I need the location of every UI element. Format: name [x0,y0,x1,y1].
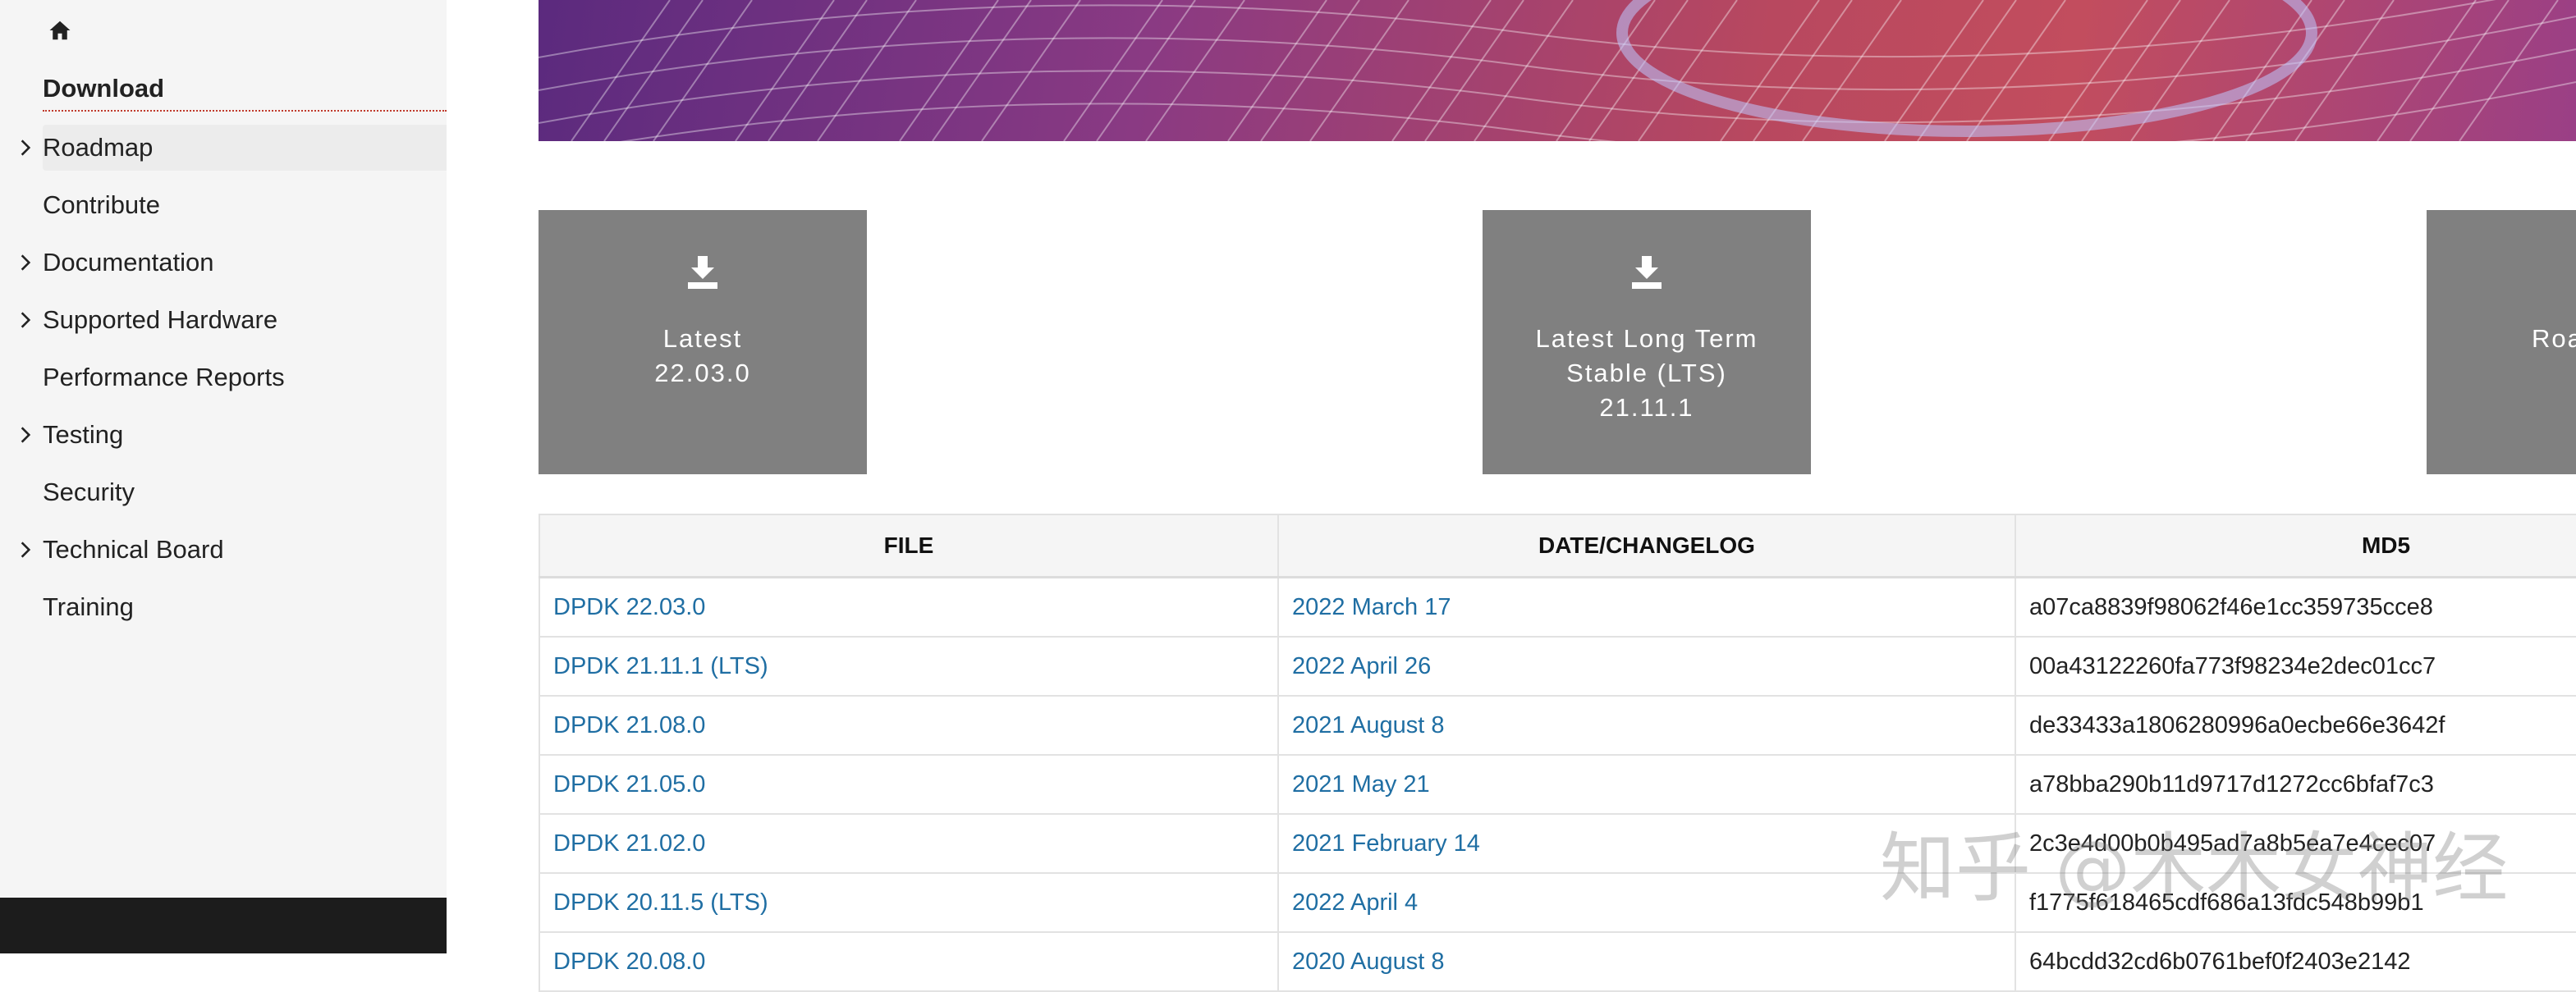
sidebar-item-label: Performance Reports [43,363,285,391]
sidebar-item-label: Security [43,478,135,506]
md5-cell: a78bba290b11d9717d1272cc6bfaf7c3 [2015,755,2576,815]
column-header-file: FILE [539,514,1278,578]
sidebar-item-label: Download [43,74,165,103]
tile-label: Roa [2427,322,2576,356]
changelog-link[interactable]: 2022 April 4 [1292,889,1418,916]
sidebar-item-documentation[interactable]: Documentation [0,240,447,286]
file-link[interactable]: DPDK 21.11.1 (LTS) [553,653,768,679]
file-link[interactable]: DPDK 20.11.5 (LTS) [553,889,768,916]
column-header-date: DATE/CHANGELOG [1277,514,2015,578]
latest-download-button[interactable]: Latest 22.03.0 [539,210,867,474]
changelog-link[interactable]: 2021 February 14 [1292,830,1480,857]
chevron-right-icon [21,139,31,156]
chevron-right-icon [21,427,31,443]
tile-line: Latest Long Term [1535,324,1758,353]
column-header-md5: MD5 [2015,514,2576,578]
tile-line: Stable (LTS) [1566,359,1727,387]
sidebar-item-label: Contribute [43,190,161,219]
sidebar-item-label: Testing [43,420,124,449]
tile-label: Latest Long Term Stable (LTS) 21.11.1 [1483,322,1811,425]
file-cell: DPDK 20.08.0 [539,932,1278,992]
sidebar-item-training[interactable]: Training [0,584,447,630]
date-cell: 2021 August 8 [1277,696,2015,756]
sidebar-item-supported-hardware[interactable]: Supported Hardware [0,297,447,343]
home-icon[interactable] [48,18,72,43]
chevron-right-icon [21,254,31,271]
md5-cell: f1775f618465cdf686a13fdc548b99b1 [2015,873,2576,933]
md5-cell: a07ca8839f98062f46e1cc359735cce8 [2015,577,2576,638]
lts-download-button[interactable]: Latest Long Term Stable (LTS) 21.11.1 [1483,210,1811,474]
table-row: DPDK 22.03.0 2022 March 17 a07ca8839f980… [539,577,2576,638]
date-cell: 2022 March 17 [1277,577,2015,638]
chevron-right-icon [21,542,31,558]
file-link[interactable]: DPDK 21.08.0 [553,712,705,738]
md5-cell: 00a43122260fa773f98234e2dec01cc7 [2015,637,2576,697]
sidebar-item-label: Technical Board [43,535,224,564]
sidebar-item-label: Supported Hardware [43,305,278,334]
releases-table-container: FILE DATE/CHANGELOG MD5 DPDK 22.03.0 202… [539,514,2576,992]
sidebar-item-label: Training [43,592,134,621]
md5-cell: de33433a1806280996a0ecbe66e3642f [2015,696,2576,756]
tile-label: Latest 22.03.0 [539,322,867,391]
table-row: DPDK 20.08.0 2020 August 8 64bcdd32cd6b0… [539,932,2576,992]
sidebar-item-contribute[interactable]: Contribute [0,182,447,228]
file-link[interactable]: DPDK 21.05.0 [553,771,705,798]
changelog-link[interactable]: 2020 August 8 [1292,949,1444,975]
file-cell: DPDK 22.03.0 [539,577,1278,638]
file-link[interactable]: DPDK 20.08.0 [553,949,705,975]
changelog-link[interactable]: 2022 March 17 [1292,594,1451,620]
file-cell: DPDK 21.08.0 [539,696,1278,756]
sidebar-item-download[interactable]: Download [0,66,447,112]
table-row: DPDK 20.11.5 (LTS) 2022 April 4 f1775f61… [539,873,2576,933]
table-header-row: FILE DATE/CHANGELOG MD5 [539,514,2576,578]
download-icon [688,256,717,289]
table-row: DPDK 21.11.1 (LTS) 2022 April 26 00a4312… [539,637,2576,697]
sidebar-item-label: Documentation [43,248,214,277]
md5-cell: 64bcdd32cd6b0761bef0f2403e2142 [2015,932,2576,992]
roadmap-tile-button[interactable]: Roa [2427,210,2576,474]
file-cell: DPDK 20.11.5 (LTS) [539,873,1278,933]
sidebar-footer [0,898,447,953]
file-cell: DPDK 21.02.0 [539,814,1278,874]
md5-cell: 2c3e4d00b0b495ad7a8b5ea7e4cec07 [2015,814,2576,874]
sidebar-item-label: Roadmap [43,133,154,162]
releases-table: FILE DATE/CHANGELOG MD5 DPDK 22.03.0 202… [539,514,2576,992]
file-link[interactable]: DPDK 21.02.0 [553,830,705,857]
sidebar-item-roadmap[interactable]: Roadmap [21,125,447,171]
date-cell: 2020 August 8 [1277,932,2015,992]
sidebar-item-testing[interactable]: Testing [0,412,447,458]
changelog-link[interactable]: 2021 May 21 [1292,771,1430,798]
sidebar: Download Roadmap Contribute Documentatio… [0,0,447,953]
sidebar-item-security[interactable]: Security [0,469,447,515]
table-row: DPDK 21.05.0 2021 May 21 a78bba290b11d97… [539,755,2576,815]
date-cell: 2022 April 26 [1277,637,2015,697]
file-cell: DPDK 21.11.1 (LTS) [539,637,1278,697]
sidebar-item-performance-reports[interactable]: Performance Reports [0,354,447,400]
date-cell: 2021 May 21 [1277,755,2015,815]
tile-line: 21.11.1 [1599,393,1694,422]
changelog-link[interactable]: 2021 August 8 [1292,712,1444,738]
tile-line: Roa [2532,324,2576,353]
mesh-pattern [539,0,2576,141]
sidebar-item-technical-board[interactable]: Technical Board [0,527,447,573]
chevron-right-icon [21,312,31,328]
file-cell: DPDK 21.05.0 [539,755,1278,815]
table-row: DPDK 21.02.0 2021 February 14 2c3e4d00b0… [539,814,2576,874]
date-cell: 2022 April 4 [1277,873,2015,933]
changelog-link[interactable]: 2022 April 26 [1292,653,1431,679]
download-icon [1632,256,1662,289]
hero-banner [539,0,2576,141]
file-link[interactable]: DPDK 22.03.0 [553,594,705,620]
tile-line: Latest [662,324,743,353]
table-row: DPDK 21.08.0 2021 August 8 de33433a18062… [539,696,2576,756]
date-cell: 2021 February 14 [1277,814,2015,874]
tile-line: 22.03.0 [654,359,751,387]
